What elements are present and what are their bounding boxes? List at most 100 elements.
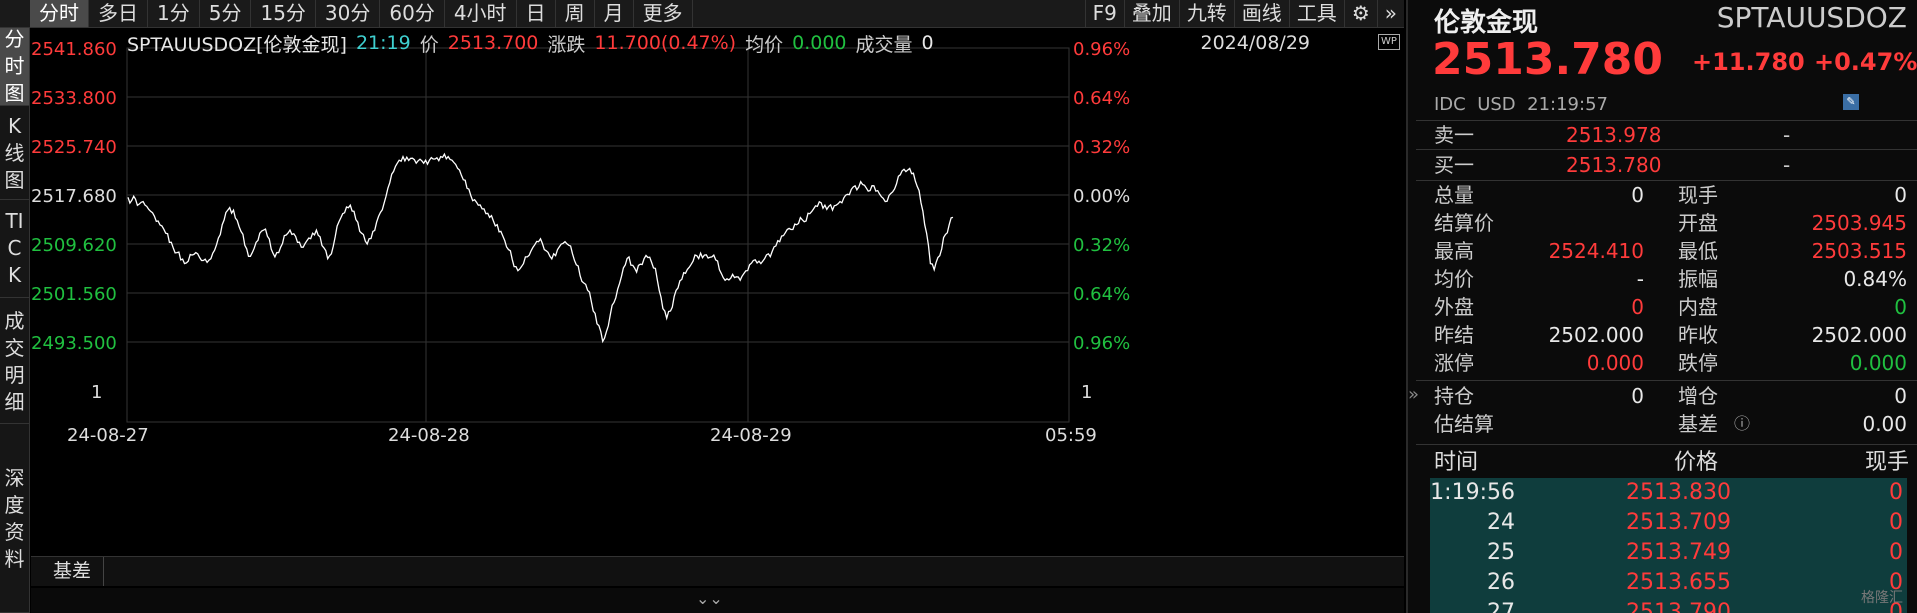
- x-tick-label: 24-08-29: [710, 425, 792, 446]
- pencil-icon[interactable]: ✎: [1843, 94, 1859, 110]
- tick-row[interactable]: 26 2513.655 0: [1430, 568, 1907, 598]
- collapse-strip: ⌄⌄: [31, 588, 1404, 613]
- tick-price: 2513.830: [1626, 480, 1731, 505]
- ask-price: 2513.978: [1566, 123, 1662, 147]
- info-volume-label: 成交量: [855, 33, 913, 56]
- tick-price: 2513.749: [1626, 540, 1731, 565]
- tool-button-4[interactable]: 工具: [1288, 0, 1344, 27]
- stat-row: 昨结 2502.000 昨收 2502.000: [1408, 321, 1917, 349]
- stat-row: 涨停 0.000 跌停 0.000: [1408, 349, 1917, 377]
- quote-time: 21:19:57: [1527, 94, 1608, 115]
- stat-row: 均价 - 振幅 0.84%: [1408, 265, 1917, 293]
- watermark: 格隆汇: [1861, 590, 1903, 606]
- info-change-label: 涨跌: [547, 33, 586, 56]
- view-tab-label: K线图: [4, 114, 25, 192]
- tool-button-3[interactable]: 画线: [1233, 0, 1289, 27]
- view-tab-label: 分时图: [4, 27, 25, 105]
- double-chevron-down-icon[interactable]: ⌄⌄: [696, 589, 723, 608]
- stat-label: 跌停: [1678, 351, 1718, 375]
- tab-period-5[interactable]: 30分: [316, 0, 381, 27]
- tick-price: 2513.655: [1626, 570, 1731, 595]
- price-change-pct: +0.47%: [1814, 48, 1917, 76]
- view-tabs: 分时图 K线图 TICK 成交明细 深度资料: [0, 27, 30, 613]
- double-chevron-right-icon[interactable]: »: [1408, 384, 1419, 405]
- tool-button-1[interactable]: 叠加: [1123, 0, 1179, 27]
- tab-period-3[interactable]: 5分: [200, 0, 252, 27]
- tick-volume: 0: [1889, 480, 1903, 505]
- ticks-list[interactable]: 21:19:562513.8300242513.7090252513.74902…: [1430, 478, 1907, 613]
- ask-label: 卖一: [1434, 123, 1474, 147]
- stat-label: 基差: [1678, 412, 1718, 436]
- y-tick-label-right: 0.64%: [1073, 88, 1130, 109]
- bid-label: 买一: [1434, 153, 1474, 177]
- tick-row[interactable]: 25 2513.749 0: [1430, 538, 1907, 568]
- view-tab-2[interactable]: TICK: [0, 200, 29, 298]
- tab-period-4[interactable]: 15分: [251, 0, 316, 27]
- tab-period-10[interactable]: 月: [595, 0, 634, 27]
- stat-value: 2502.000: [1811, 323, 1907, 347]
- y-tick-label-left: 1: [91, 382, 102, 403]
- indicator-tabs: 基差: [31, 556, 1404, 586]
- info-time: 21:19: [355, 32, 411, 54]
- tab-period-0[interactable]: 分时: [30, 0, 89, 27]
- stat-value: 0: [1631, 295, 1644, 319]
- double-chevron-right-icon[interactable]: »: [1376, 0, 1404, 27]
- last-price: 2513.780: [1432, 34, 1664, 85]
- chart-canvas[interactable]: 2541.860 2533.800 2525.740 2517.680 2509.620…: [31, 28, 1404, 553]
- stat-value: -: [1636, 267, 1644, 291]
- gear-icon[interactable]: ⚙: [1343, 0, 1377, 27]
- stat-row: 总量 0 现手 0: [1408, 181, 1917, 209]
- view-tab-1[interactable]: K线图: [0, 108, 29, 200]
- stat-value: 2503.945: [1811, 211, 1907, 235]
- stat-row: 最高 2524.410 最低 2503.515: [1408, 237, 1917, 265]
- view-tab-4[interactable]: 深度资料: [0, 426, 29, 613]
- tab-period-1[interactable]: 多日: [89, 0, 148, 27]
- tick-row[interactable]: 27 2513.790 0: [1430, 598, 1907, 613]
- wp-badge-icon[interactable]: WP: [1378, 34, 1400, 50]
- info-change: 11.700(0.47%): [594, 32, 737, 54]
- bid-volume: -: [1783, 153, 1791, 177]
- tab-basis[interactable]: 基差: [41, 557, 105, 586]
- stat-value: 0: [1894, 384, 1907, 408]
- stat-label: 均价: [1434, 267, 1474, 291]
- stat-value: 2524.410: [1548, 239, 1644, 263]
- tab-period-6[interactable]: 60分: [380, 0, 445, 27]
- tool-button-0[interactable]: F9: [1084, 0, 1124, 27]
- tab-period-7[interactable]: 4小时: [445, 0, 517, 27]
- tab-period-8[interactable]: 日: [517, 0, 556, 27]
- plot-frame: [126, 47, 1070, 423]
- tick-time: 27: [1487, 600, 1515, 613]
- question-circle-icon[interactable]: ⓘ: [1734, 410, 1750, 438]
- stat-label: 现手: [1678, 183, 1718, 207]
- view-tab-0[interactable]: 分时图: [0, 27, 29, 106]
- tool-button-2[interactable]: 九转: [1178, 0, 1234, 27]
- y-tick-label-left: 2525.740: [31, 137, 117, 158]
- tick-row[interactable]: 21:19:56 2513.830 0: [1430, 478, 1907, 508]
- quote-panel: 伦敦金现 SPTAUUSDOZ 2513.780 +11.780 +0.47% …: [1406, 0, 1917, 613]
- stat-label: 内盘: [1678, 295, 1718, 319]
- info-volume: 0: [921, 32, 934, 54]
- tab-period-11[interactable]: 更多: [634, 0, 693, 27]
- divider: [1416, 149, 1917, 150]
- stat-value: 0: [1631, 384, 1644, 408]
- view-tab-3[interactable]: 成交明细: [0, 300, 29, 424]
- stat-row: 估结算 基差 0.00 ⓘ: [1408, 410, 1917, 438]
- stat-value: 0.000: [1586, 351, 1644, 375]
- stat-row: 结算价 开盘 2503.945: [1408, 209, 1917, 237]
- intraday-chart[interactable]: 2541.860 2533.800 2525.740 2517.680 2509.620…: [31, 28, 1404, 553]
- y-tick-label-left: 2517.680: [31, 186, 117, 207]
- quote-meta: IDC USD 21:19:57: [1434, 94, 1608, 115]
- info-date: 2024/08/29: [1200, 32, 1310, 54]
- view-tab-label: TICK: [5, 209, 24, 287]
- tab-period-2[interactable]: 1分: [148, 0, 200, 27]
- y-tick-label-left: 2541.860: [31, 39, 117, 60]
- y-tick-label-left: 2493.500: [31, 333, 117, 354]
- instrument-code: SPTAUUSDOZ: [1716, 1, 1907, 34]
- tab-period-9[interactable]: 周: [556, 0, 595, 27]
- info-avg-label: 均价: [745, 33, 784, 56]
- stat-label: 持仓: [1434, 384, 1474, 408]
- y-tick-label-right: 0.96%: [1073, 39, 1130, 60]
- tick-row[interactable]: 24 2513.709 0: [1430, 508, 1907, 538]
- stat-row: 持仓 0 增仓 0: [1408, 382, 1917, 410]
- price-line: [127, 152, 954, 344]
